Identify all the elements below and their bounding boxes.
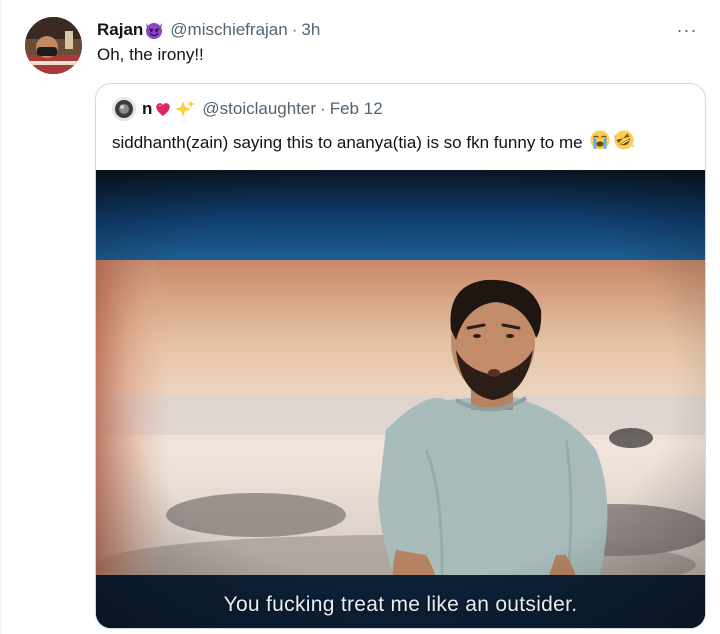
tweet-timestamp[interactable]: 3h [301,20,320,40]
smiling-devil-emoji-icon [144,20,164,40]
tweet-header: Rajan @mischiefrajan · 3h [97,18,320,42]
quoted-separator-dot: · [320,99,326,118]
tweet-media-image[interactable]: You fucking treat me like an outsider. [96,170,705,628]
quoted-tweet-timestamp: Feb 12 [329,99,383,118]
timeline-divider [0,0,1,634]
more-options-button[interactable]: ··· [672,18,702,42]
tweet-text: Oh, the irony!! [97,45,204,64]
author-handle[interactable]: @mischiefrajan [170,20,287,40]
quoted-tweet-header: n @stoiclaughter · Feb 12 [112,97,383,121]
quoted-author-avatar [112,97,136,121]
heart-emoji-icon [153,99,173,119]
quoted-tweet-text-row: siddhanth(zain) saying this to ananya(ti… [112,129,635,156]
author-display-name[interactable]: Rajan [97,20,143,40]
sparkles-emoji-icon [174,99,196,119]
quoted-tweet-text: siddhanth(zain) saying this to ananya(ti… [112,132,583,152]
separator-dot: · [291,20,298,39]
crying-emoji-icon [589,129,611,156]
quoted-author-handle: @stoiclaughter [202,99,317,118]
quoted-author-display-name: n [142,99,153,118]
tweet[interactable]: Rajan @mischiefrajan · 3h ··· Oh, the ir… [0,0,720,634]
author-avatar[interactable] [25,17,82,74]
quoted-tweet-card[interactable]: n @stoiclaughter · Feb 12 siddhanth(zain… [95,83,706,629]
rofl-emoji-icon [613,129,635,156]
video-subtitle: You fucking treat me like an outsider. [223,593,578,616]
